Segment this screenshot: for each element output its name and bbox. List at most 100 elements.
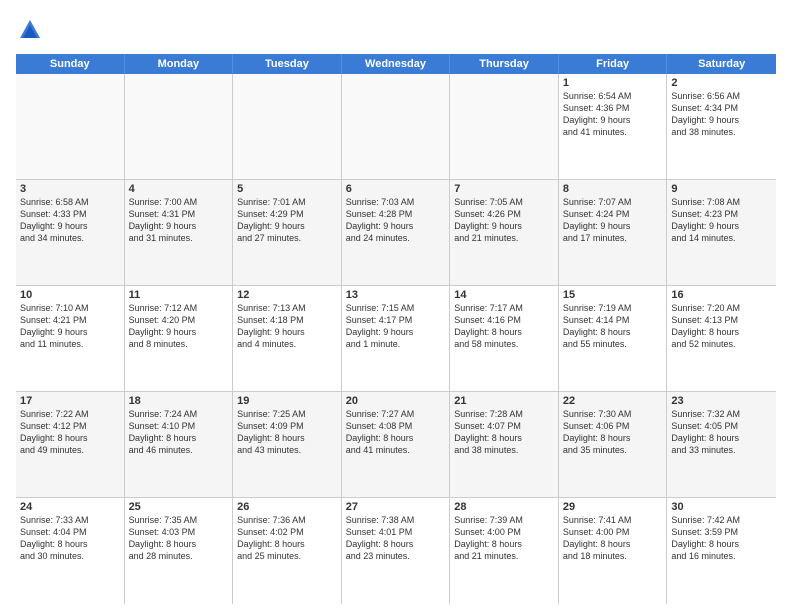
calendar-cell: 5Sunrise: 7:01 AM Sunset: 4:29 PM Daylig… — [233, 180, 342, 285]
day-number: 15 — [563, 289, 663, 301]
calendar-cell: 6Sunrise: 7:03 AM Sunset: 4:28 PM Daylig… — [342, 180, 451, 285]
calendar-cell: 17Sunrise: 7:22 AM Sunset: 4:12 PM Dayli… — [16, 392, 125, 497]
day-info: Sunrise: 7:01 AM Sunset: 4:29 PM Dayligh… — [237, 196, 337, 245]
calendar-cell: 14Sunrise: 7:17 AM Sunset: 4:16 PM Dayli… — [450, 286, 559, 391]
calendar-cell: 10Sunrise: 7:10 AM Sunset: 4:21 PM Dayli… — [16, 286, 125, 391]
day-info: Sunrise: 7:42 AM Sunset: 3:59 PM Dayligh… — [671, 514, 772, 563]
day-info: Sunrise: 7:07 AM Sunset: 4:24 PM Dayligh… — [563, 196, 663, 245]
day-info: Sunrise: 7:28 AM Sunset: 4:07 PM Dayligh… — [454, 408, 554, 457]
calendar-cell: 1Sunrise: 6:54 AM Sunset: 4:36 PM Daylig… — [559, 74, 668, 179]
calendar-cell: 13Sunrise: 7:15 AM Sunset: 4:17 PM Dayli… — [342, 286, 451, 391]
day-number: 26 — [237, 501, 337, 513]
calendar-week-3: 10Sunrise: 7:10 AM Sunset: 4:21 PM Dayli… — [16, 286, 776, 392]
day-info: Sunrise: 7:17 AM Sunset: 4:16 PM Dayligh… — [454, 302, 554, 351]
calendar: SundayMondayTuesdayWednesdayThursdayFrid… — [16, 54, 776, 604]
day-info: Sunrise: 7:25 AM Sunset: 4:09 PM Dayligh… — [237, 408, 337, 457]
calendar-cell: 29Sunrise: 7:41 AM Sunset: 4:00 PM Dayli… — [559, 498, 668, 604]
calendar-week-2: 3Sunrise: 6:58 AM Sunset: 4:33 PM Daylig… — [16, 180, 776, 286]
calendar-week-5: 24Sunrise: 7:33 AM Sunset: 4:04 PM Dayli… — [16, 498, 776, 604]
calendar-cell: 7Sunrise: 7:05 AM Sunset: 4:26 PM Daylig… — [450, 180, 559, 285]
calendar-cell: 4Sunrise: 7:00 AM Sunset: 4:31 PM Daylig… — [125, 180, 234, 285]
calendar-cell: 16Sunrise: 7:20 AM Sunset: 4:13 PM Dayli… — [667, 286, 776, 391]
weekday-header-monday: Monday — [125, 54, 234, 74]
day-number: 5 — [237, 183, 337, 195]
day-number: 8 — [563, 183, 663, 195]
calendar-cell — [125, 74, 234, 179]
calendar-cell: 23Sunrise: 7:32 AM Sunset: 4:05 PM Dayli… — [667, 392, 776, 497]
calendar-cell: 27Sunrise: 7:38 AM Sunset: 4:01 PM Dayli… — [342, 498, 451, 604]
calendar-cell: 8Sunrise: 7:07 AM Sunset: 4:24 PM Daylig… — [559, 180, 668, 285]
weekday-header-wednesday: Wednesday — [342, 54, 451, 74]
calendar-cell: 22Sunrise: 7:30 AM Sunset: 4:06 PM Dayli… — [559, 392, 668, 497]
day-info: Sunrise: 7:20 AM Sunset: 4:13 PM Dayligh… — [671, 302, 772, 351]
calendar-cell: 21Sunrise: 7:28 AM Sunset: 4:07 PM Dayli… — [450, 392, 559, 497]
calendar-cell: 25Sunrise: 7:35 AM Sunset: 4:03 PM Dayli… — [125, 498, 234, 604]
day-info: Sunrise: 7:19 AM Sunset: 4:14 PM Dayligh… — [563, 302, 663, 351]
day-number: 10 — [20, 289, 120, 301]
calendar-header: SundayMondayTuesdayWednesdayThursdayFrid… — [16, 54, 776, 74]
day-number: 3 — [20, 183, 120, 195]
calendar-cell: 19Sunrise: 7:25 AM Sunset: 4:09 PM Dayli… — [233, 392, 342, 497]
day-info: Sunrise: 6:58 AM Sunset: 4:33 PM Dayligh… — [20, 196, 120, 245]
day-number: 23 — [671, 395, 772, 407]
calendar-cell: 3Sunrise: 6:58 AM Sunset: 4:33 PM Daylig… — [16, 180, 125, 285]
calendar-cell: 2Sunrise: 6:56 AM Sunset: 4:34 PM Daylig… — [667, 74, 776, 179]
day-info: Sunrise: 7:03 AM Sunset: 4:28 PM Dayligh… — [346, 196, 446, 245]
day-number: 28 — [454, 501, 554, 513]
day-number: 13 — [346, 289, 446, 301]
header — [16, 16, 776, 44]
day-number: 2 — [671, 77, 772, 89]
calendar-cell: 18Sunrise: 7:24 AM Sunset: 4:10 PM Dayli… — [125, 392, 234, 497]
day-info: Sunrise: 7:05 AM Sunset: 4:26 PM Dayligh… — [454, 196, 554, 245]
day-info: Sunrise: 7:39 AM Sunset: 4:00 PM Dayligh… — [454, 514, 554, 563]
calendar-week-1: 1Sunrise: 6:54 AM Sunset: 4:36 PM Daylig… — [16, 74, 776, 180]
day-number: 14 — [454, 289, 554, 301]
calendar-cell: 26Sunrise: 7:36 AM Sunset: 4:02 PM Dayli… — [233, 498, 342, 604]
day-number: 6 — [346, 183, 446, 195]
day-number: 25 — [129, 501, 229, 513]
calendar-body: 1Sunrise: 6:54 AM Sunset: 4:36 PM Daylig… — [16, 74, 776, 604]
day-info: Sunrise: 7:32 AM Sunset: 4:05 PM Dayligh… — [671, 408, 772, 457]
calendar-cell: 24Sunrise: 7:33 AM Sunset: 4:04 PM Dayli… — [16, 498, 125, 604]
calendar-cell: 11Sunrise: 7:12 AM Sunset: 4:20 PM Dayli… — [125, 286, 234, 391]
calendar-cell — [16, 74, 125, 179]
day-number: 4 — [129, 183, 229, 195]
day-number: 1 — [563, 77, 663, 89]
day-number: 12 — [237, 289, 337, 301]
day-number: 22 — [563, 395, 663, 407]
day-info: Sunrise: 7:10 AM Sunset: 4:21 PM Dayligh… — [20, 302, 120, 351]
day-info: Sunrise: 7:24 AM Sunset: 4:10 PM Dayligh… — [129, 408, 229, 457]
day-number: 27 — [346, 501, 446, 513]
day-info: Sunrise: 6:54 AM Sunset: 4:36 PM Dayligh… — [563, 90, 663, 139]
day-number: 17 — [20, 395, 120, 407]
day-info: Sunrise: 7:36 AM Sunset: 4:02 PM Dayligh… — [237, 514, 337, 563]
calendar-cell: 9Sunrise: 7:08 AM Sunset: 4:23 PM Daylig… — [667, 180, 776, 285]
day-info: Sunrise: 6:56 AM Sunset: 4:34 PM Dayligh… — [671, 90, 772, 139]
day-number: 16 — [671, 289, 772, 301]
day-number: 21 — [454, 395, 554, 407]
calendar-cell — [450, 74, 559, 179]
day-number: 29 — [563, 501, 663, 513]
day-number: 30 — [671, 501, 772, 513]
weekday-header-thursday: Thursday — [450, 54, 559, 74]
day-number: 9 — [671, 183, 772, 195]
day-info: Sunrise: 7:38 AM Sunset: 4:01 PM Dayligh… — [346, 514, 446, 563]
page: SundayMondayTuesdayWednesdayThursdayFrid… — [0, 0, 792, 612]
weekday-header-saturday: Saturday — [667, 54, 776, 74]
day-number: 7 — [454, 183, 554, 195]
weekday-header-sunday: Sunday — [16, 54, 125, 74]
day-number: 19 — [237, 395, 337, 407]
logo — [16, 16, 48, 44]
weekday-header-friday: Friday — [559, 54, 668, 74]
day-info: Sunrise: 7:00 AM Sunset: 4:31 PM Dayligh… — [129, 196, 229, 245]
calendar-cell — [233, 74, 342, 179]
day-info: Sunrise: 7:15 AM Sunset: 4:17 PM Dayligh… — [346, 302, 446, 351]
calendar-cell: 28Sunrise: 7:39 AM Sunset: 4:00 PM Dayli… — [450, 498, 559, 604]
day-number: 11 — [129, 289, 229, 301]
day-info: Sunrise: 7:12 AM Sunset: 4:20 PM Dayligh… — [129, 302, 229, 351]
calendar-week-4: 17Sunrise: 7:22 AM Sunset: 4:12 PM Dayli… — [16, 392, 776, 498]
calendar-cell: 20Sunrise: 7:27 AM Sunset: 4:08 PM Dayli… — [342, 392, 451, 497]
day-info: Sunrise: 7:33 AM Sunset: 4:04 PM Dayligh… — [20, 514, 120, 563]
day-info: Sunrise: 7:30 AM Sunset: 4:06 PM Dayligh… — [563, 408, 663, 457]
day-number: 24 — [20, 501, 120, 513]
